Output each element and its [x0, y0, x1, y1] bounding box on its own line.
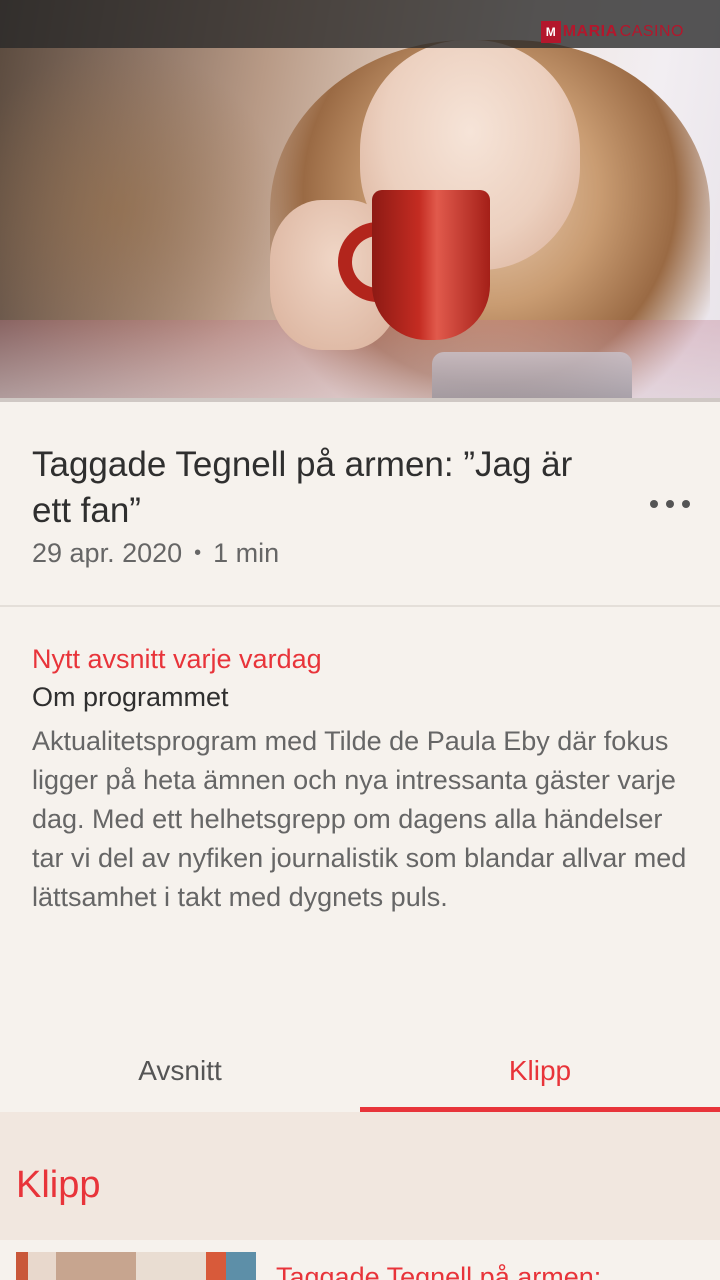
- phone-shape: [432, 352, 632, 402]
- about-section: Nytt avsnitt varje vardag Om programmet …: [32, 640, 692, 917]
- clips-section: Klipp Taggade Tegnell på armen:: [0, 1112, 720, 1280]
- tab-klipp[interactable]: Klipp: [360, 1030, 720, 1112]
- program-description: Aktualitetsprogram med Tilde de Paula Eb…: [32, 726, 687, 912]
- episode-meta: 29 apr. 2020 • 1 min: [32, 538, 279, 569]
- about-heading: Om programmet: [32, 682, 229, 712]
- mug-shape: [372, 190, 490, 340]
- tab-bar: Avsnitt Klipp: [0, 1030, 720, 1112]
- logo-mark: M: [540, 21, 561, 43]
- episode-title: Taggade Tegnell på armen: ”Jag är ett fa…: [32, 445, 573, 530]
- clip-list-item[interactable]: Taggade Tegnell på armen:: [0, 1240, 720, 1280]
- clip-title[interactable]: Taggade Tegnell på armen:: [276, 1262, 601, 1280]
- clips-section-title: Klipp: [16, 1164, 101, 1206]
- brand-logo: M MARIA CASINO: [540, 20, 684, 44]
- episode-header: Taggade Tegnell på armen: ”Jag är ett fa…: [0, 402, 720, 607]
- program-tagline: Nytt avsnitt varje vardag: [32, 644, 322, 674]
- meta-separator: •: [194, 542, 202, 564]
- tab-avsnitt[interactable]: Avsnitt: [0, 1030, 360, 1112]
- logo-text: CASINO: [619, 23, 684, 40]
- more-dot: [666, 500, 674, 508]
- logo-text-bold: MARIA: [562, 23, 618, 40]
- more-options-icon[interactable]: [650, 492, 690, 516]
- hero-image: M MARIA CASINO: [0, 0, 720, 402]
- episode-duration: 1 min: [213, 538, 280, 568]
- more-dot: [650, 500, 658, 508]
- clip-thumbnail[interactable]: [16, 1252, 256, 1280]
- more-dot: [682, 500, 690, 508]
- episode-date: 29 apr. 2020: [32, 538, 183, 568]
